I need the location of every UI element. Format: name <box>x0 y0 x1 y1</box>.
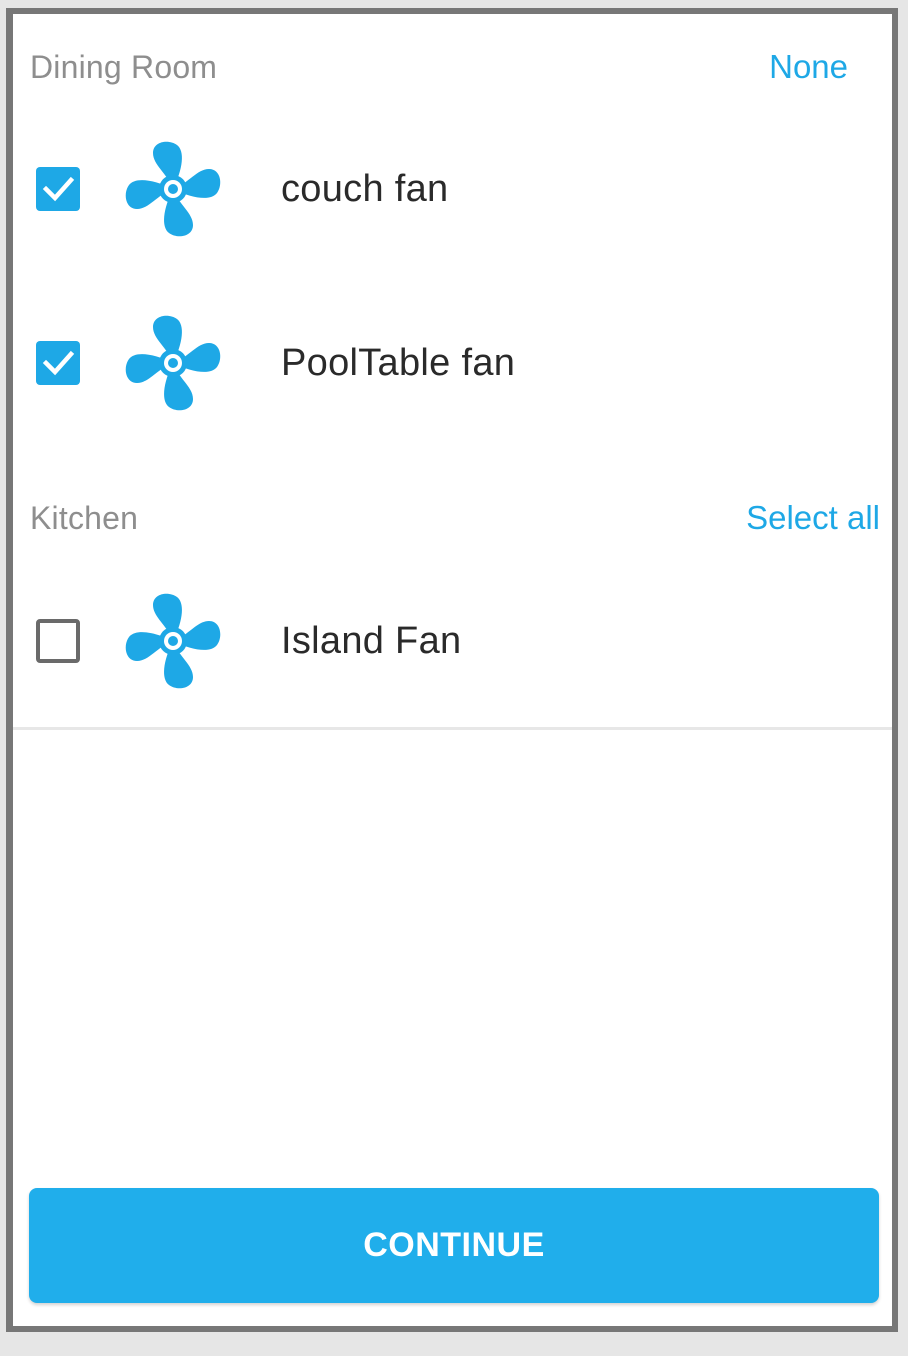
checkmark-icon <box>42 176 75 202</box>
select-all-button[interactable]: Select all <box>746 499 880 537</box>
fan-icon <box>123 591 223 691</box>
device-row-couch-fan[interactable]: couch fan <box>13 129 892 249</box>
device-name: Island Fan <box>281 619 462 662</box>
checkbox-island-fan[interactable] <box>36 619 80 663</box>
device-row-pooltable-fan[interactable]: PoolTable fan <box>13 303 892 423</box>
select-none-button[interactable]: None <box>769 48 848 86</box>
section-header-dining-room: Dining Room None <box>30 42 880 92</box>
continue-label: CONTINUE <box>363 1226 545 1264</box>
fan-icon <box>123 313 223 413</box>
continue-button[interactable]: CONTINUE <box>29 1188 879 1303</box>
checkbox-pooltable-fan[interactable] <box>36 341 80 385</box>
checkmark-icon <box>42 350 75 376</box>
device-name: couch fan <box>281 167 449 210</box>
checkbox-couch-fan[interactable] <box>36 167 80 211</box>
fan-icon <box>123 139 223 239</box>
device-row-island-fan[interactable]: Island Fan <box>13 581 892 701</box>
list-divider <box>13 727 892 730</box>
device-name: PoolTable fan <box>281 341 516 384</box>
section-title-kitchen: Kitchen <box>30 499 139 536</box>
section-title-dining-room: Dining Room <box>30 48 218 85</box>
device-selection-panel: Dining Room None couch fan PoolTable fan… <box>6 8 898 1332</box>
section-header-kitchen: Kitchen Select all <box>30 493 880 543</box>
